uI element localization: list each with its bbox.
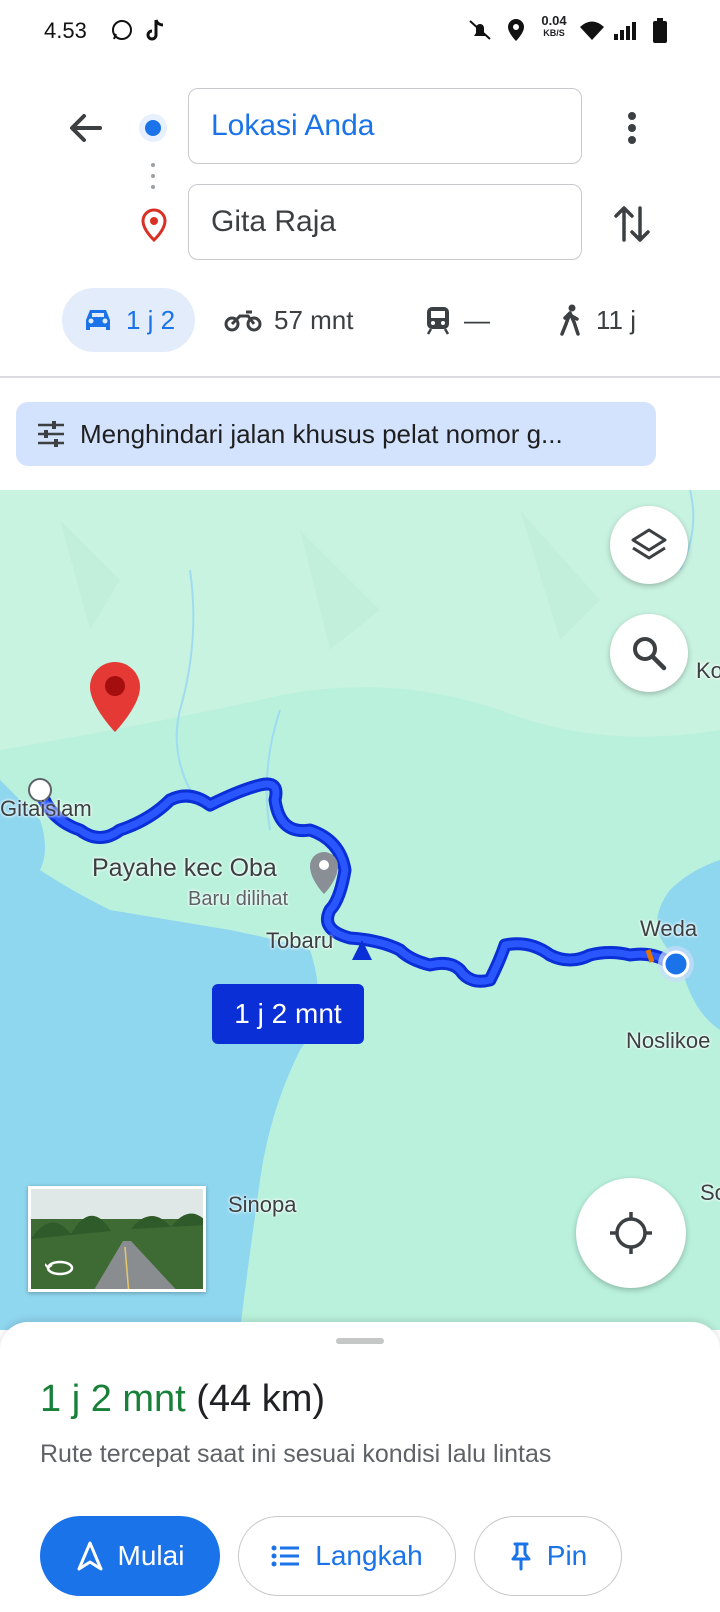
map-label-payahe: Payahe kec Oba xyxy=(92,854,277,882)
mode-walk[interactable]: 11 j xyxy=(558,288,636,352)
mode-transit[interactable]: — xyxy=(424,288,490,352)
origin-dot-icon xyxy=(137,112,169,149)
steps-label: Langkah xyxy=(315,1540,423,1571)
map-label-ko: Ko xyxy=(696,658,720,683)
destination-input[interactable]: Gita Raja xyxy=(188,184,582,260)
net-speed-unit: KB/S xyxy=(543,28,565,38)
map-label-weda: Weda xyxy=(640,916,698,941)
mute-icon xyxy=(466,18,494,48)
route-summary: 1 j 2 mnt (44 km) xyxy=(40,1378,325,1421)
layers-icon xyxy=(631,528,667,560)
destination-map-pin-icon[interactable] xyxy=(88,660,142,739)
layers-button[interactable] xyxy=(610,506,688,584)
street-view-thumbnail[interactable] xyxy=(28,1186,206,1292)
map-label-recent: Baru dilihat xyxy=(188,888,289,910)
route-duration-tag[interactable]: 1 j 2 mnt xyxy=(212,984,364,1044)
start-navigation-button[interactable]: Mulai xyxy=(40,1516,220,1596)
header-divider xyxy=(0,376,720,378)
motorcycle-icon xyxy=(224,310,262,332)
steps-button[interactable]: Langkah xyxy=(238,1516,456,1596)
location-icon xyxy=(506,18,526,48)
mode-transit-label: — xyxy=(464,304,490,335)
more-options-button[interactable] xyxy=(614,108,650,153)
wifi-icon xyxy=(578,18,606,48)
map-label-noslikoe: Noslikoe xyxy=(626,1028,711,1053)
car-icon xyxy=(86,310,110,330)
search-icon xyxy=(633,637,667,671)
origin-input[interactable]: Lokasi Anda xyxy=(188,88,582,164)
my-location-icon xyxy=(610,1212,652,1254)
map-view[interactable]: Gitaislam Payahe kec Oba Baru dilihat To… xyxy=(0,490,720,1330)
walk-icon xyxy=(560,304,580,336)
whatsapp-icon xyxy=(110,18,134,48)
status-bar: 4.53 0.04 KB/S xyxy=(0,0,720,64)
route-options-label: Menghindari jalan khusus pelat nomor g..… xyxy=(80,418,563,449)
map-label-gitaislam: Gitaislam xyxy=(0,796,92,821)
map-label-sinopa: Sinopa xyxy=(228,1192,297,1217)
route-dots xyxy=(150,162,156,197)
mode-car[interactable]: 1 j 2 xyxy=(62,288,196,352)
mode-motorcycle[interactable]: 57 mnt xyxy=(224,288,354,352)
pushpin-icon xyxy=(511,1542,531,1571)
map-label-so: So xyxy=(700,1180,720,1205)
net-speed-value: 0.04 xyxy=(541,13,567,28)
route-summary-sheet[interactable]: 1 j 2 mnt (44 km) Rute tercepat saat ini… xyxy=(0,1322,720,1612)
my-location-button[interactable] xyxy=(576,1178,686,1288)
tiktok-icon xyxy=(146,18,166,48)
route-subtitle: Rute tercepat saat ini sesuai kondisi la… xyxy=(40,1440,552,1468)
battery-icon xyxy=(652,18,668,50)
mode-car-label: 1 j 2 xyxy=(126,304,176,335)
travel-modes: 1 j 2 57 mnt — 11 j xyxy=(0,288,720,352)
route-distance: (44 km) xyxy=(196,1378,326,1420)
mode-walk-label: 11 j xyxy=(596,304,636,335)
back-button[interactable] xyxy=(64,106,108,155)
pin-button[interactable]: Pin xyxy=(474,1516,622,1596)
rotate-360-icon xyxy=(44,1259,75,1282)
sheet-drag-handle[interactable] xyxy=(336,1338,384,1344)
pin-label: Pin xyxy=(546,1540,588,1571)
swap-button[interactable] xyxy=(612,202,652,251)
search-along-route-button[interactable] xyxy=(610,614,688,692)
map-label-tobaru: Tobaru xyxy=(266,928,334,953)
swap-vert-icon xyxy=(614,206,650,242)
signal-icon xyxy=(612,18,638,48)
tune-icon xyxy=(38,421,64,447)
more-vert-icon xyxy=(628,112,636,144)
train-icon xyxy=(426,307,450,335)
start-label: Mulai xyxy=(117,1540,185,1571)
list-icon xyxy=(271,1545,300,1567)
mode-motorcycle-label: 57 mnt xyxy=(274,304,354,335)
destination-pin-icon xyxy=(140,208,168,247)
arrow-back-icon xyxy=(70,114,102,142)
route-duration: 1 j 2 mnt xyxy=(40,1378,186,1420)
status-time: 4.53 xyxy=(44,18,87,43)
navigation-arrow-icon xyxy=(77,1541,103,1571)
network-speed: 0.04 KB/S xyxy=(536,14,572,40)
route-options-chip[interactable]: Menghindari jalan khusus pelat nomor g..… xyxy=(16,402,656,466)
